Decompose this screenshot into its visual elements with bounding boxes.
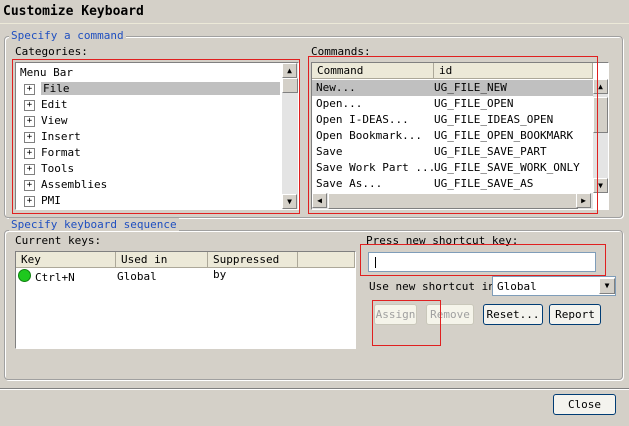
categories-label: Categories: [15,45,88,58]
table-row[interactable]: Save Work Part ... UG_FILE_SAVE_WORK_ONLY [312,160,593,176]
id-cell: UG_FILE_OPEN [434,97,514,110]
window-title: Customize Keyboard [0,0,629,24]
used-in-cell: Global [117,270,157,283]
scroll-up-icon[interactable]: ▲ [282,63,297,78]
tree-item-label: View [41,114,68,127]
column-header-filler [298,252,355,268]
command-cell: New... [316,81,356,94]
reset-button[interactable]: Reset... [483,304,543,325]
tree-item-label: File [41,82,280,95]
scroll-thumb[interactable] [328,193,578,209]
tree-item-assemblies[interactable]: + Assemblies [24,177,107,193]
categories-scrollbar[interactable]: ▲ ▼ [282,63,298,209]
commands-hscrollbar[interactable]: ◀ ▶ [312,193,593,209]
table-row[interactable]: New... UG_FILE_NEW [312,80,593,96]
tree-item-file[interactable]: + File [24,81,280,97]
remove-button[interactable]: Remove [426,304,474,325]
keyboard-sequence-legend: Specify keyboard sequence [9,218,179,231]
table-row[interactable]: Ctrl+N Global [18,269,353,285]
tree-item-label: Format [41,146,81,159]
command-cell: Save [316,145,343,158]
column-header-used-in[interactable]: Used in [116,252,208,268]
table-row[interactable]: Open Bookmark... UG_FILE_OPEN_BOOKMARK [312,128,593,144]
bottom-divider [0,388,629,390]
categories-tree[interactable]: Menu Bar + File + Edit + View + Insert + Format + T… [15,62,299,210]
text-cursor [375,257,376,268]
column-header-key[interactable]: Key [16,252,116,268]
id-cell: UG_FILE_SAVE_WORK_ONLY [434,161,580,174]
scroll-left-icon[interactable]: ◀ [312,193,327,208]
table-row[interactable]: Open... UG_FILE_OPEN [312,96,593,112]
id-cell: UG_FILE_SAVE_AS [434,177,534,190]
use-shortcut-in-select[interactable]: Global ▼ [492,276,616,296]
expand-plus-icon[interactable]: + [24,99,35,111]
command-cell: Open... [316,97,363,110]
specify-command-legend: Specify a command [9,29,126,42]
close-button[interactable]: Close [553,394,616,415]
tree-item-label: Insert [41,130,81,143]
column-header-suppressed-by[interactable]: Suppressed by [208,252,298,281]
scroll-down-icon[interactable]: ▼ [593,178,608,193]
current-keys-label: Current keys: [15,234,102,247]
expand-plus-icon[interactable]: + [24,147,35,159]
press-shortcut-label: Press new shortcut key: [366,234,519,247]
tree-item-edit[interactable]: + Edit [24,97,68,113]
commands-vscrollbar[interactable]: ▲ ▼ [593,79,608,193]
tree-item-label: PMI [41,194,61,207]
tree-item-tools[interactable]: + Tools [24,161,74,177]
table-row[interactable]: Open I-DEAS... UG_FILE_IDEAS_OPEN [312,112,593,128]
tree-item-insert[interactable]: + Insert [24,129,81,145]
expand-plus-icon[interactable]: + [24,195,35,207]
commands-label: Commands: [311,45,371,58]
tree-root-menu-bar[interactable]: Menu Bar [20,65,73,81]
expand-plus-icon[interactable]: + [24,83,35,95]
use-shortcut-in-value: Global [497,280,537,293]
expand-plus-icon[interactable]: + [24,131,35,143]
tree-item-pmi[interactable]: + PMI [24,193,61,209]
scroll-down-icon[interactable]: ▼ [282,194,297,209]
tree-item-label: Edit [41,98,68,111]
expand-plus-icon[interactable]: + [24,179,35,191]
scroll-thumb[interactable] [593,97,608,133]
scroll-up-icon[interactable]: ▲ [593,79,608,94]
column-header-command[interactable]: Command [312,63,434,79]
current-keys-table[interactable]: Key Used in Suppressed by Ctrl+N Global [15,251,356,349]
command-cell: Save As... [316,177,383,190]
scroll-thumb[interactable] [282,78,298,93]
id-cell: UG_FILE_SAVE_PART [434,145,547,158]
scroll-right-icon[interactable]: ▶ [576,193,591,208]
shortcut-key-input[interactable] [368,252,596,272]
tree-item-view[interactable]: + View [24,113,68,129]
tree-item-label: Assemblies [41,178,108,191]
tree-item-format[interactable]: + Format [24,145,81,161]
use-shortcut-in-label: Use new shortcut in: [369,280,502,293]
column-header-id[interactable]: id [434,63,593,79]
status-dot-icon [18,269,31,282]
id-cell: UG_FILE_OPEN_BOOKMARK [434,129,574,142]
expand-plus-icon[interactable]: + [24,163,35,175]
commands-list[interactable]: Command id New... UG_FILE_NEW Open... UG_FI… [311,62,609,210]
id-cell: UG_FILE_NEW [434,81,507,94]
table-row[interactable]: Save UG_FILE_SAVE_PART [312,144,593,160]
command-cell: Open I-DEAS... [316,113,409,126]
command-cell: Save Work Part ... [316,161,436,174]
expand-plus-icon[interactable]: + [24,115,35,127]
table-row[interactable]: Save As... UG_FILE_SAVE_AS [312,176,593,192]
chevron-down-icon[interactable]: ▼ [599,278,615,294]
key-cell: Ctrl+N [35,271,75,284]
tree-item-label: Tools [41,162,75,175]
report-button[interactable]: Report [549,304,601,325]
assign-button[interactable]: Assign [374,304,417,325]
command-cell: Open Bookmark... [316,129,422,142]
id-cell: UG_FILE_IDEAS_OPEN [434,113,554,126]
